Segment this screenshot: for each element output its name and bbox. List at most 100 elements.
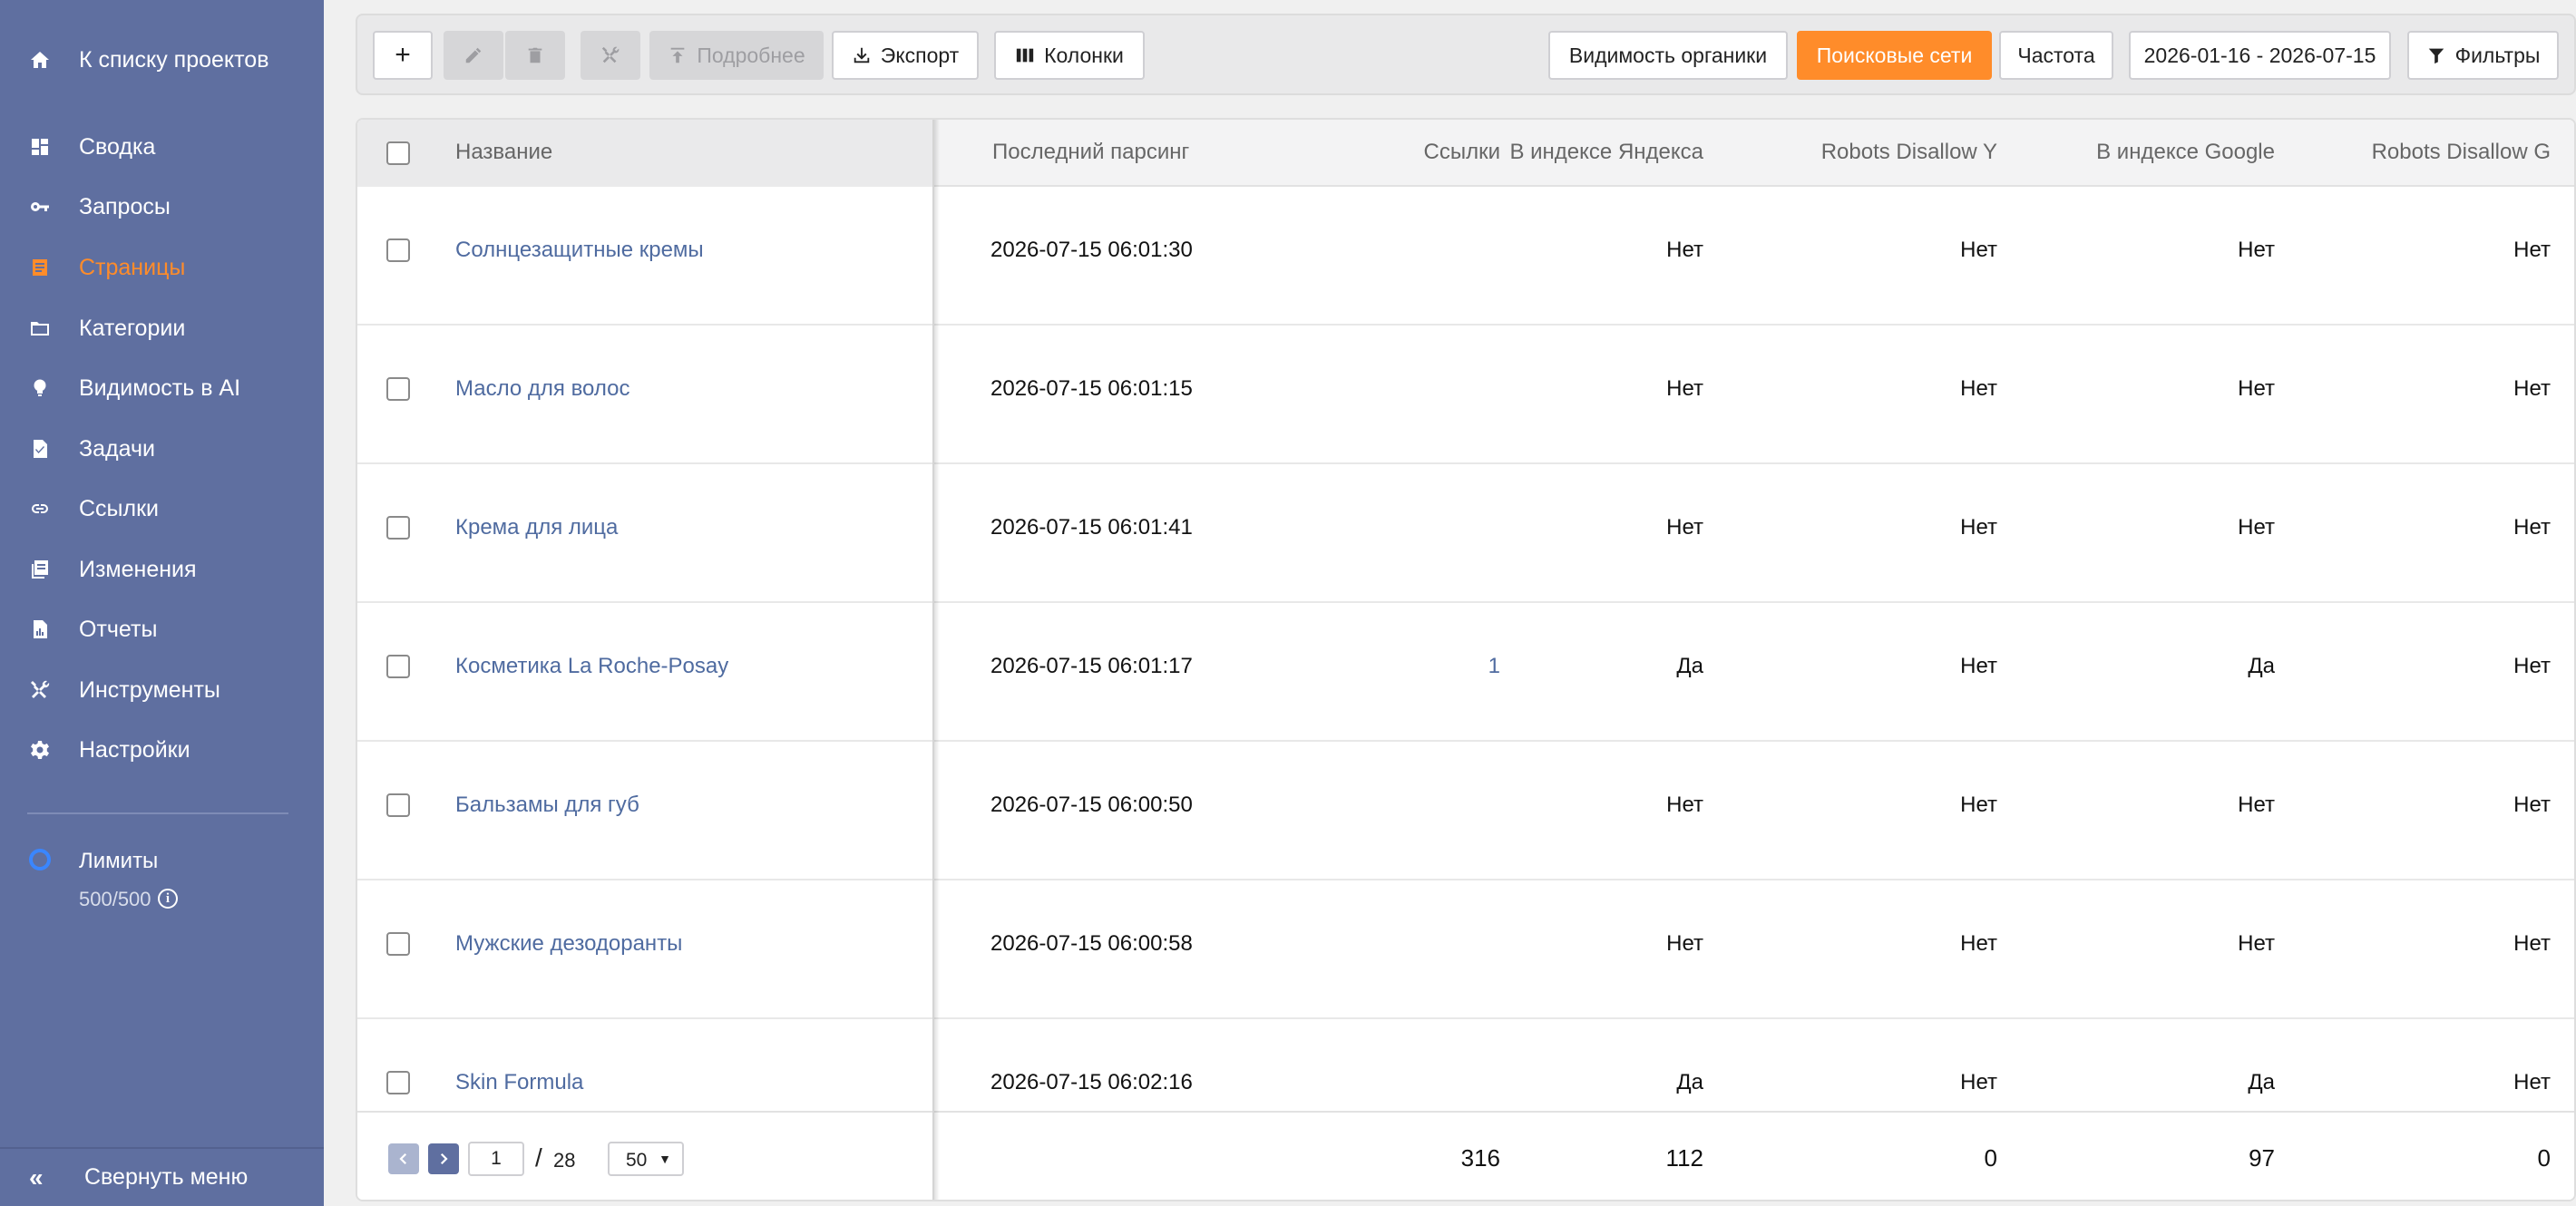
edit-button[interactable] (444, 31, 503, 80)
sidebar-item-tools[interactable]: Инструменты (0, 663, 324, 717)
row-robots-g: Нет (2513, 515, 2551, 540)
back-to-projects-link[interactable]: К списку проектов (0, 33, 324, 87)
row-last-parse: 2026-07-15 06:02:16 (990, 1070, 1193, 1094)
page-separator: / (535, 1143, 542, 1172)
row-robots-y: Нет (1960, 931, 1997, 956)
toolbar: + Подробнее Экспорт Колонки Видимость ор… (356, 14, 2576, 95)
column-header-robots-y[interactable]: Robots Disallow Y (1821, 140, 1997, 165)
row-robots-y: Нет (1960, 654, 1997, 678)
sidebar-item-queries[interactable]: Запросы (0, 180, 324, 234)
report-icon (27, 617, 53, 642)
row-checkbox[interactable] (386, 516, 410, 540)
column-header-name[interactable]: Название (455, 140, 552, 165)
page-number-input[interactable] (468, 1142, 524, 1176)
sidebar-item-changes[interactable]: Изменения (0, 542, 324, 597)
row-checkbox[interactable] (386, 238, 410, 262)
row-robots-y: Нет (1960, 376, 1997, 401)
chevron-right-icon (440, 1153, 448, 1165)
footer-total-robots-g: 0 (2537, 1144, 2551, 1172)
table-row: Бальзамы для губ 2026-07-15 06:00:50 Нет Не… (357, 742, 2574, 880)
row-checkbox[interactable] (386, 655, 410, 678)
export-button[interactable]: Экспорт (832, 31, 979, 80)
sidebar-item-pages[interactable]: Страницы (0, 240, 324, 295)
organic-visibility-button[interactable]: Видимость органики (1548, 31, 1788, 80)
sidebar-item-ai-visibility[interactable]: Видимость в AI (0, 361, 324, 415)
sidebar-item-tasks[interactable]: Задачи (0, 422, 324, 476)
key-icon (27, 194, 53, 219)
next-page-button[interactable] (428, 1143, 459, 1174)
bulb-icon (27, 375, 53, 401)
column-header-google-index[interactable]: В индексе Google (2096, 140, 2275, 165)
column-header-links[interactable]: Ссылки (1424, 140, 1501, 165)
total-pages: 28 (553, 1149, 576, 1172)
row-name-link[interactable]: Крема для лица (455, 515, 618, 540)
row-yandex-index: Нет (1666, 515, 1703, 540)
row-name-link[interactable]: Масло для волос (455, 376, 630, 402)
column-header-last-parse[interactable]: Последний парсинг (992, 140, 1189, 165)
row-last-parse: 2026-07-15 06:01:17 (990, 654, 1193, 678)
columns-button[interactable]: Колонки (994, 31, 1145, 80)
row-yandex-index: Нет (1666, 793, 1703, 817)
add-button[interactable]: + (373, 31, 433, 80)
column-header-robots-g[interactable]: Robots Disallow G (2372, 140, 2551, 165)
row-last-parse: 2026-07-15 06:00:58 (990, 931, 1193, 956)
row-name-link[interactable]: Мужские дезодоранты (455, 931, 682, 957)
sidebar-item-links[interactable]: Ссылки (0, 481, 324, 536)
filters-button[interactable]: Фильтры (2407, 31, 2559, 80)
row-checkbox[interactable] (386, 793, 410, 817)
sidebar-item-label: Категории (79, 315, 186, 341)
date-range-picker[interactable]: 2026-01-16 - 2026-07-15 (2129, 31, 2391, 80)
row-checkbox[interactable] (386, 932, 410, 956)
row-name-link[interactable]: Косметика La Roche-Posay (455, 654, 728, 679)
page-size-value: 50 (626, 1150, 648, 1171)
collapse-menu-button[interactable]: « Свернуть меню (0, 1147, 324, 1206)
table-header: Название Последний парсинг Ссылки В инде… (357, 120, 2574, 187)
delete-button[interactable] (505, 31, 565, 80)
row-google-index: Нет (2238, 793, 2275, 817)
footer-total-links: 316 (1460, 1144, 1500, 1172)
export-label: Экспорт (880, 43, 960, 67)
row-links-count[interactable]: 1 (1488, 654, 1500, 679)
search-networks-button[interactable]: Поисковые сети (1797, 31, 1992, 80)
row-name-link[interactable]: Бальзамы для губ (455, 793, 639, 818)
table-row: Крема для лица 2026-07-15 06:01:41 Нет Нет Н… (357, 464, 2574, 603)
row-checkbox[interactable] (386, 1071, 410, 1094)
previous-page-button[interactable] (388, 1143, 419, 1174)
info-icon[interactable]: i (158, 889, 178, 909)
row-name-link[interactable]: Skin Formula (455, 1070, 583, 1095)
sidebar-item-categories[interactable]: Категории (0, 301, 324, 355)
chevron-left-icon (399, 1153, 407, 1165)
row-robots-g: Нет (2513, 1070, 2551, 1094)
table-row: Солнцезащитные кремы 2026-07-15 06:01:30 Н… (357, 187, 2574, 326)
changes-icon (27, 557, 53, 582)
double-chevron-left-icon: « (29, 1162, 44, 1191)
sidebar-item-label: Настройки (79, 736, 190, 763)
sidebar-item-label: Сводка (79, 133, 156, 160)
table-footer: / 28 50 ▼ 316 112 0 97 0 (357, 1111, 2574, 1200)
sidebar-item-settings[interactable]: Настройки (0, 723, 324, 777)
row-name-link[interactable]: Солнцезащитные кремы (455, 238, 704, 263)
row-robots-y: Нет (1960, 238, 1997, 262)
home-icon (27, 47, 53, 73)
filter-icon (2428, 48, 2444, 64)
sidebar-item-reports[interactable]: Отчеты (0, 602, 324, 656)
pages-table: Название Последний парсинг Ссылки В инде… (356, 118, 2576, 1201)
footer-total-google-index: 97 (2249, 1144, 2275, 1172)
caret-down-icon: ▼ (659, 1152, 671, 1166)
row-yandex-index: Нет (1666, 931, 1703, 956)
sort-top-icon (671, 47, 685, 63)
sidebar-item-summary[interactable]: Сводка (0, 120, 324, 174)
select-all-checkbox[interactable] (386, 141, 410, 165)
column-header-yandex-index[interactable]: В индексе Яндекса (1509, 140, 1703, 165)
sidebar-item-label: Отчеты (79, 616, 158, 642)
trash-icon (528, 47, 542, 63)
tools-button[interactable] (581, 31, 640, 80)
frozen-column-header-bg (357, 120, 934, 187)
sidebar-item-label: Видимость в AI (79, 374, 241, 401)
sidebar-item-label: Изменения (79, 556, 197, 582)
row-checkbox[interactable] (386, 377, 410, 401)
frequency-button[interactable]: Частота (1999, 31, 2113, 80)
page-size-select[interactable]: 50 ▼ (608, 1142, 684, 1176)
limits-title: Лимиты (79, 849, 159, 873)
details-button[interactable]: Подробнее (649, 31, 824, 80)
